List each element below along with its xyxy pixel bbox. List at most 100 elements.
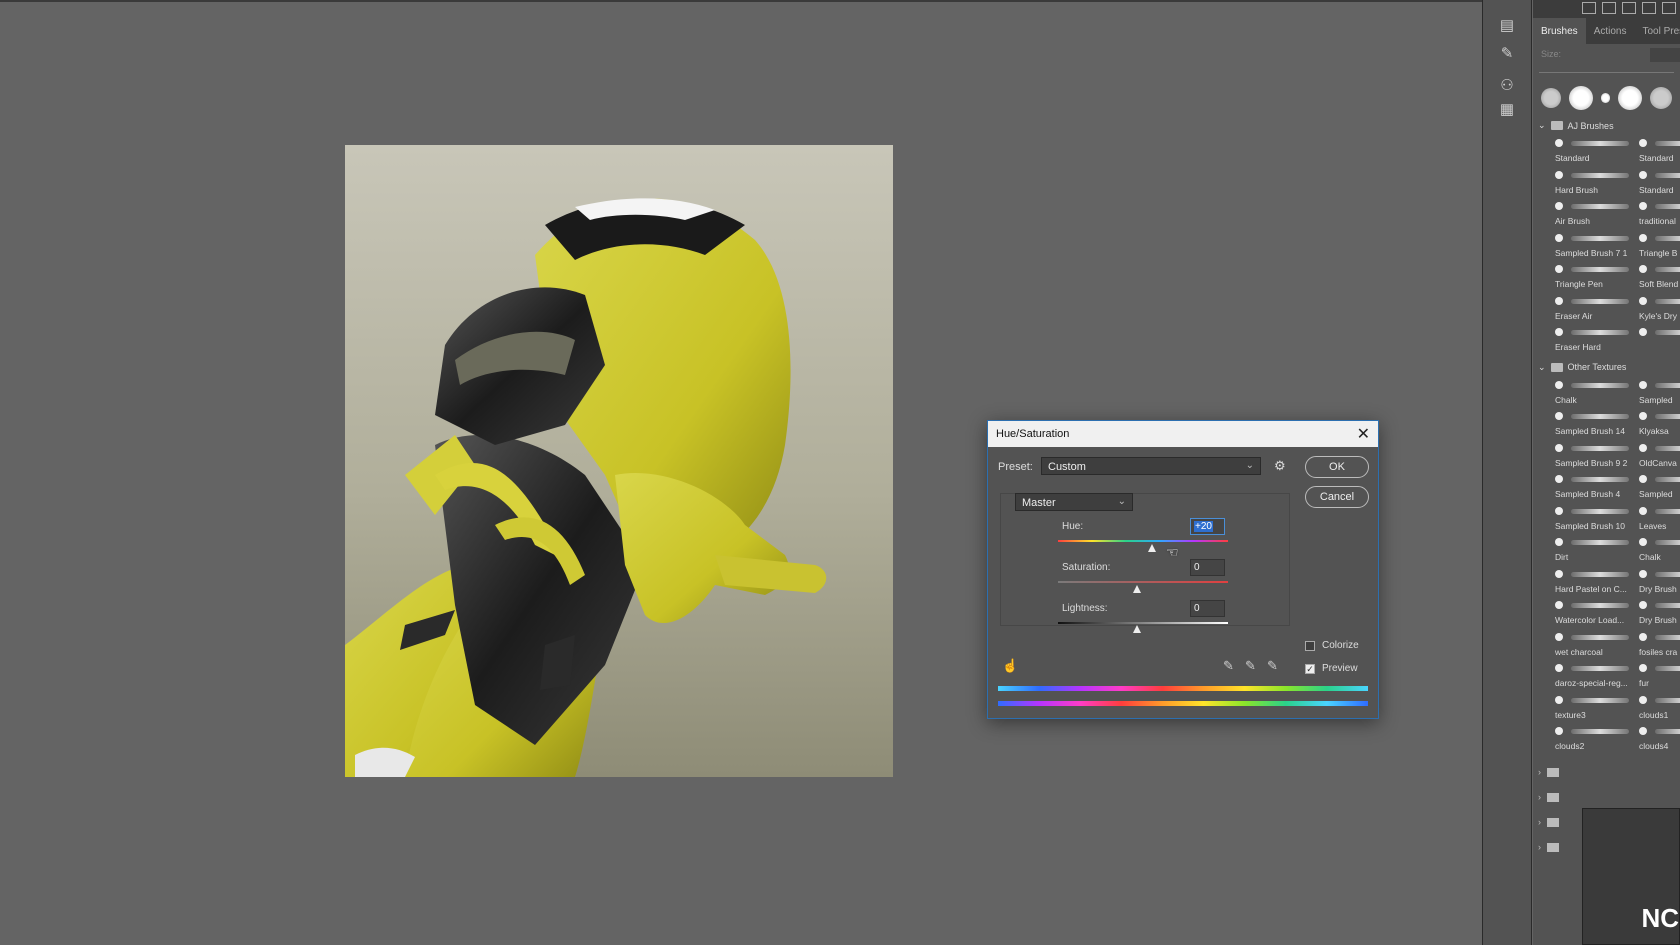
lightness-input[interactable]: 0 (1190, 600, 1225, 617)
brush-stroke-preview (1571, 477, 1629, 482)
brush-preset[interactable]: Sampled Brush 10 (1551, 504, 1635, 536)
grid-icon[interactable]: ▦ (1495, 98, 1519, 120)
brush-preset[interactable]: Triangle Pen (1551, 262, 1635, 294)
preview-checkbox[interactable]: ✓ (1305, 664, 1315, 674)
brush-settings-icon[interactable]: ✎ (1495, 42, 1519, 64)
brush-preset[interactable]: OldCanva (1635, 441, 1680, 473)
hue-slider-thumb[interactable] (1148, 544, 1157, 552)
brush-preset[interactable]: Air Brush (1551, 199, 1635, 231)
gear-icon[interactable]: ⚙ (1274, 458, 1286, 474)
brush-group-aj[interactable]: ⌄ AJ Brushes (1533, 115, 1680, 136)
brush-preset[interactable]: clouds2 (1551, 724, 1635, 756)
collapsed-brush-group[interactable]: › (1538, 760, 1680, 785)
brush-preset[interactable]: clouds4 (1635, 724, 1680, 756)
brush-preset[interactable]: Chalk (1635, 535, 1680, 567)
brush-preset[interactable]: fosiles cra (1635, 630, 1680, 662)
saturation-slider-track[interactable] (1058, 581, 1228, 583)
size-slider[interactable] (1539, 72, 1674, 73)
brush-stroke-preview (1655, 508, 1680, 514)
preset-select[interactable]: Custom ⌄ (1041, 457, 1261, 475)
hue-label: Hue: (1062, 521, 1084, 532)
workspace-icon[interactable] (1622, 2, 1636, 14)
lightness-slider-track[interactable] (1058, 622, 1228, 624)
recent-brush[interactable] (1568, 86, 1593, 110)
brush-preset-label: Chalk (1555, 394, 1577, 405)
brush-preset[interactable] (1635, 325, 1680, 357)
channel-select[interactable]: Master ⌄ (1015, 493, 1133, 511)
brush-preset-label: Standard (1639, 153, 1674, 163)
hue-input[interactable]: +20 (1190, 518, 1225, 535)
brush-stroke-preview (1571, 330, 1629, 335)
brush-tip-icon (1555, 475, 1563, 483)
saturation-slider-thumb[interactable] (1133, 585, 1141, 593)
clone-source-icon[interactable]: ⚇ (1495, 74, 1519, 96)
brush-preset[interactable]: Sampled Brush 9 2 (1551, 441, 1635, 473)
workspace-icon[interactable] (1642, 2, 1656, 14)
document-canvas[interactable] (345, 145, 893, 777)
recent-brush[interactable] (1600, 93, 1611, 103)
layers-icon[interactable]: ▤ (1495, 14, 1519, 36)
brush-preset[interactable]: Dirt (1551, 535, 1635, 567)
ok-button[interactable]: OK (1305, 456, 1369, 478)
recent-brush[interactable] (1618, 86, 1643, 110)
recent-brush[interactable] (1650, 87, 1673, 109)
close-icon[interactable]: ✕ (1357, 424, 1370, 444)
cancel-button[interactable]: Cancel (1305, 486, 1369, 508)
brush-preset[interactable]: clouds1 (1635, 693, 1680, 725)
brush-preset[interactable]: traditional (1635, 199, 1680, 231)
brush-preset[interactable]: Sampled Brush 14 (1551, 409, 1635, 441)
brush-preset[interactable]: Triangle B (1635, 231, 1680, 263)
dialog-title-bar[interactable]: Hue/Saturation ✕ (988, 421, 1378, 447)
brush-preset-label: Sampled Brush 4 (1555, 489, 1621, 499)
brush-preset[interactable]: Klyaksa (1635, 409, 1680, 441)
brush-preset[interactable]: Hard Pastel on C... (1551, 567, 1635, 599)
brush-preset[interactable]: Hard Brush (1551, 168, 1635, 200)
brush-preset[interactable]: Watercolor Load... (1551, 598, 1635, 630)
brush-preset[interactable]: fur (1635, 661, 1680, 693)
eyedropper-minus-icon[interactable]: ✎ (1267, 658, 1278, 674)
brush-preset[interactable]: daroz-special-reg... (1551, 661, 1635, 693)
brush-preset[interactable]: Kyle's Dry (1635, 294, 1680, 326)
size-input[interactable] (1650, 48, 1680, 62)
brush-preset[interactable]: Standard (1551, 136, 1635, 168)
recent-brush[interactable] (1541, 88, 1561, 108)
eyedropper-plus-icon[interactable]: ✎ (1245, 658, 1256, 674)
tab-tool-presets[interactable]: Tool Prese (1634, 18, 1680, 44)
saturation-input[interactable]: 0 (1190, 559, 1225, 576)
brush-preset[interactable]: Sampled (1635, 378, 1680, 410)
brush-preset[interactable]: Dry Brush (1635, 567, 1680, 599)
tab-brushes[interactable]: Brushes (1533, 18, 1586, 44)
chevron-down-icon: ⌄ (1245, 460, 1254, 471)
brush-preset[interactable]: Standard (1635, 136, 1680, 168)
brush-preset[interactable]: Dry Brush (1635, 598, 1680, 630)
workspace-icon[interactable] (1602, 2, 1616, 14)
colorize-checkbox[interactable] (1305, 641, 1315, 651)
brush-preset[interactable]: texture3 (1551, 693, 1635, 725)
brush-preset[interactable]: Sampled (1635, 472, 1680, 504)
brush-preset[interactable]: Leaves (1635, 504, 1680, 536)
brush-preset[interactable]: Eraser Air (1551, 294, 1635, 326)
tab-actions[interactable]: Actions (1586, 18, 1635, 44)
lightness-slider-thumb[interactable] (1133, 625, 1141, 633)
brush-stroke-preview (1571, 267, 1629, 272)
workspace-icon[interactable] (1582, 2, 1596, 14)
brush-preset[interactable]: Sampled Brush 7 1 (1551, 231, 1635, 263)
brush-preset[interactable]: Sampled Brush 4 (1551, 472, 1635, 504)
brush-preset[interactable]: Chalk (1551, 378, 1635, 410)
brush-preset[interactable]: Eraser Hard (1551, 325, 1635, 357)
workspace-icon[interactable] (1662, 2, 1676, 14)
brush-preset[interactable]: Standard (1635, 168, 1680, 200)
collapsed-brush-group[interactable]: › (1538, 785, 1680, 810)
hand-adjust-icon[interactable]: ☝ (1002, 658, 1018, 674)
brush-stroke-preview (1571, 603, 1629, 608)
brush-preset-label: Triangle B (1639, 247, 1678, 258)
brush-preset[interactable]: wet charcoal (1551, 630, 1635, 662)
eyedropper-icon[interactable]: ✎ (1223, 658, 1234, 674)
brush-stroke-preview (1571, 729, 1629, 734)
brush-stroke-preview (1571, 298, 1629, 304)
brush-group-other-textures[interactable]: ⌄ Other Textures (1533, 357, 1680, 378)
hue-slider-track[interactable] (1058, 540, 1228, 542)
brush-tip-icon (1639, 664, 1647, 672)
brush-preset[interactable]: Soft Blend (1635, 262, 1680, 294)
brush-tip-icon (1639, 727, 1647, 735)
